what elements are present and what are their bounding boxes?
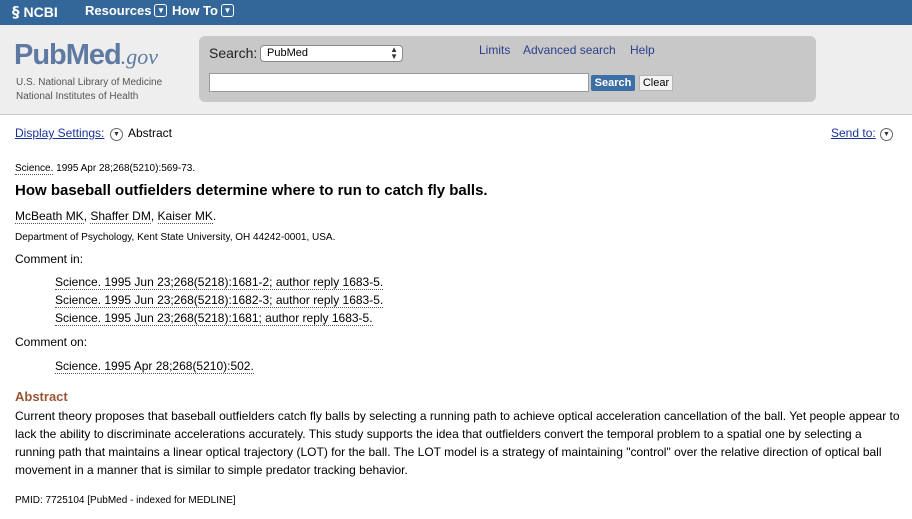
dna-helix-icon: § xyxy=(12,2,20,21)
clear-button[interactable]: Clear xyxy=(639,75,673,91)
chevron-down-icon: ▼ xyxy=(220,4,234,17)
affiliation: Department of Psychology, Kent State Uni… xyxy=(15,232,336,243)
how-to-menu[interactable]: How To ▼ xyxy=(172,3,234,18)
display-format: Abstract xyxy=(128,126,173,140)
chevron-down-icon: ▼ xyxy=(154,4,168,17)
author-list: McBeath MK, Shaffer DM, Kaiser MK. xyxy=(15,209,217,224)
display-settings-link[interactable]: Display Settings: xyxy=(15,126,104,140)
ncbi-logo[interactable]: § NCBI xyxy=(12,4,58,20)
search-button[interactable]: Search xyxy=(591,75,635,91)
abstract-heading: Abstract xyxy=(15,389,68,404)
comment-in-link[interactable]: Science. 1995 Jun 23;268(5218):1681-2; a… xyxy=(55,275,384,290)
nlm-label: U.S. National Library of Medicine xyxy=(16,77,163,88)
limits-link[interactable]: Limits xyxy=(479,43,510,57)
search-label: Search: xyxy=(209,45,258,61)
citation: Science. 1995 Apr 28;268(5210):569-73. xyxy=(15,163,196,175)
select-arrows-icon: ▲ ▼ xyxy=(390,45,398,61)
article-title: How baseball outfielders determine where… xyxy=(15,182,488,199)
help-link[interactable]: Help xyxy=(630,43,655,57)
advanced-search-link[interactable]: Advanced search xyxy=(523,43,616,57)
pubmed-header: PubMed.gov U.S. National Library of Medi… xyxy=(0,25,912,115)
ncbi-logo-text: NCBI xyxy=(23,4,58,20)
citation-details: 1995 Apr 28;268(5210):569-73. xyxy=(53,163,196,174)
comment-in-link[interactable]: Science. 1995 Jun 23;268(5218):1681; aut… xyxy=(55,311,373,326)
pubmed-logo[interactable]: PubMed.gov xyxy=(14,39,158,72)
chevron-down-icon[interactable]: ▼ xyxy=(880,128,893,141)
author-link[interactable]: Shaffer DM xyxy=(90,209,151,224)
pubmed-logo-main: PubMed xyxy=(14,39,122,71)
display-settings-row: Display Settings: ▼ Abstract Send to: ▼ xyxy=(0,126,912,144)
how-to-menu-label: How To xyxy=(172,3,218,18)
comment-in-link[interactable]: Science. 1995 Jun 23;268(5218):1682-3; a… xyxy=(55,293,384,308)
comment-on-label: Comment on: xyxy=(15,335,88,349)
ncbi-top-bar: § NCBI Resources ▼ How To ▼ xyxy=(0,0,912,25)
author-link[interactable]: McBeath MK xyxy=(15,209,84,224)
journal-link[interactable]: Science. xyxy=(15,163,54,175)
comment-on-link[interactable]: Science. 1995 Apr 28;268(5210):502. xyxy=(55,359,254,374)
database-select[interactable]: PubMed ▲ ▼ xyxy=(260,45,403,62)
nih-label: National Institutes of Health xyxy=(16,91,139,102)
abstract-text: Current theory proposes that baseball ou… xyxy=(15,409,900,477)
comment-in-label: Comment in: xyxy=(15,252,84,266)
author-link[interactable]: Kaiser MK xyxy=(157,209,213,224)
chevron-down-icon[interactable]: ▼ xyxy=(110,128,123,141)
database-select-value: PubMed xyxy=(267,47,308,59)
pmid-line: PMID: 7725104 [PubMed - indexed for MEDL… xyxy=(15,495,236,506)
resources-menu[interactable]: Resources ▼ xyxy=(85,3,168,18)
search-input[interactable] xyxy=(209,73,589,92)
send-to-link[interactable]: Send to: xyxy=(831,126,876,140)
pubmed-logo-suffix: .gov xyxy=(120,44,159,69)
resources-menu-label: Resources xyxy=(85,3,152,18)
